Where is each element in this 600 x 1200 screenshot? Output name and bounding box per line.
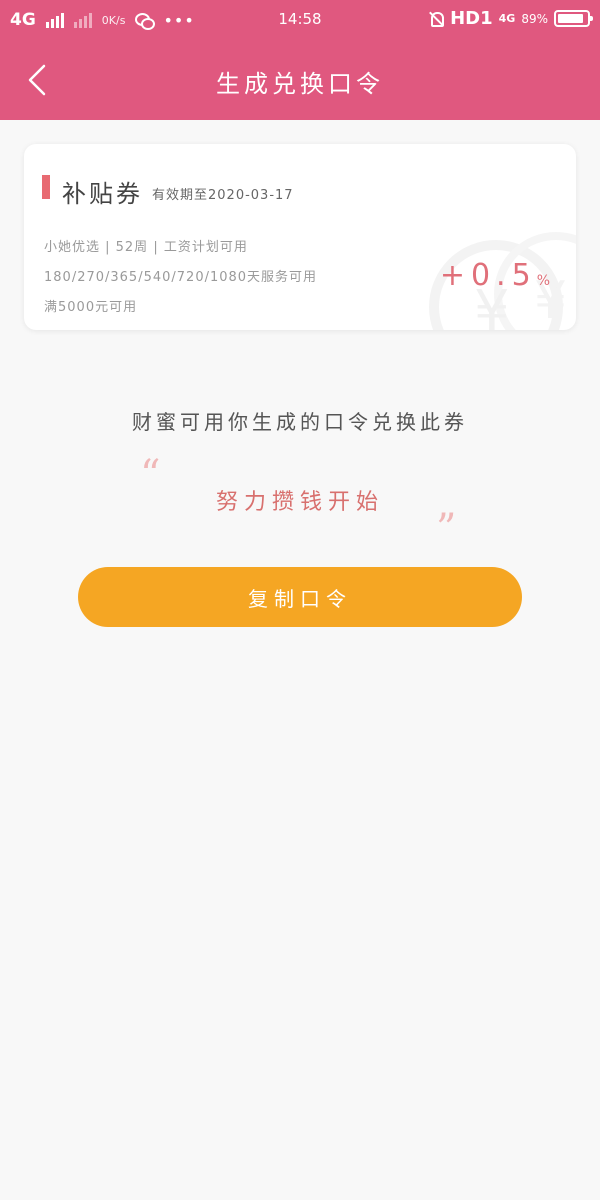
- top-bar: 4G 0K/s ••• 14:58 HD1 4G 89% 生成兑换口令: [0, 0, 600, 120]
- coupon-expiry: 有效期至2020-03-17: [152, 188, 294, 203]
- coupon-title: 补贴券: [62, 180, 143, 208]
- coupon-card: 补贴券 有效期至2020-03-17 小她优选 | 52周 | 工资计划可用 1…: [24, 144, 576, 330]
- battery-percent: 89%: [521, 11, 548, 26]
- quote-close-icon: ”: [436, 506, 457, 552]
- hd-indicator: HD1: [450, 8, 493, 29]
- page-title: 生成兑换口令: [216, 70, 384, 98]
- coupon-condition-minimum: 满5000元可用: [44, 300, 138, 315]
- status-bar: 4G 0K/s ••• 14:58 HD1 4G 89%: [0, 0, 600, 40]
- battery-icon: [554, 10, 593, 27]
- coupon-rate-unit: %: [536, 273, 550, 289]
- coupon-rate-value: +0.5: [439, 258, 537, 293]
- coupon-rate: +0.5%: [440, 258, 550, 293]
- coupon-condition-products: 小她优选 | 52周 | 工资计划可用: [44, 240, 248, 255]
- nav-bar: 生成兑换口令: [0, 40, 600, 120]
- instruction-text: 财蜜可用你生成的口令兑换此券: [132, 410, 468, 434]
- coupon-accent-bar: [42, 175, 50, 199]
- battery-fill: [558, 14, 583, 23]
- redeem-code-text: 努力攒钱开始: [215, 490, 384, 515]
- network-type-secondary: 4G: [498, 11, 516, 25]
- copy-code-button[interactable]: 复制口令: [78, 567, 522, 627]
- coupon-condition-durations: 180/270/365/540/720/1080天服务可用: [44, 270, 318, 285]
- mute-icon: [428, 10, 445, 28]
- status-right: HD1 4G 89%: [428, 8, 593, 29]
